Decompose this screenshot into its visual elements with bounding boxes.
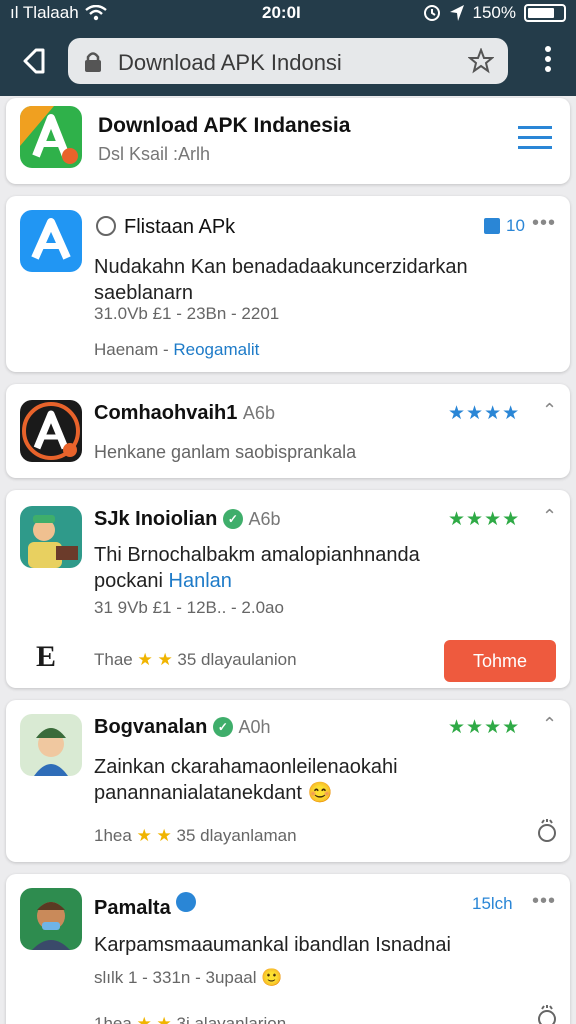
app-icon: [20, 506, 82, 568]
emoji-icon: 😊: [307, 782, 333, 804]
star-icon: ★ ★: [136, 826, 172, 845]
app-footer-letter: E: [36, 640, 57, 673]
app-icon: [20, 210, 82, 272]
app-description-link[interactable]: Hanlan: [169, 570, 232, 592]
app-meta: slılk 1 - 331n - 3upaal 🙂: [94, 968, 282, 988]
star-icon: ★ ★: [137, 650, 178, 669]
clock: 20:0Ɩ: [262, 3, 301, 22]
app-card[interactable]: Comhaohvaih1 A6b ★★★★ ⌃ Henkane ganlam s…: [6, 384, 570, 478]
app-description: Thi Brnochalbakm amalopianhnanda pockani…: [94, 542, 494, 594]
verified-icon: ✓: [212, 717, 233, 737]
verified-icon: ✓: [222, 509, 243, 529]
more-options-icon[interactable]: •••: [532, 890, 556, 913]
app-icon: [20, 888, 82, 950]
site-header-card: Download APK Indanesia Dsl Ksail :Arlh: [6, 98, 570, 184]
app-footer-text: 1hea: [94, 826, 132, 845]
app-footer-text: 35 dlayanlaman: [176, 826, 297, 845]
carrier-label: ıl Tlalaah: [10, 3, 79, 22]
app-title-text: SJk Inoiolian: [94, 508, 218, 530]
app-tag: A0h: [238, 717, 271, 737]
app-icon: [20, 400, 82, 462]
app-card[interactable]: Pamalta 15lch ••• Karpamsmaaumankal iban…: [6, 874, 570, 1024]
app-title: Flistaan APk: [124, 216, 236, 238]
app-meta: 31 9Vb £1 - 12B.. - 2.0ao: [94, 598, 284, 617]
app-footer-link[interactable]: Reogamalit: [173, 340, 259, 359]
app-footer-text: 35 dlayaulanion: [177, 650, 297, 669]
app-count: 10: [506, 216, 525, 235]
app-title: Bogvanalan ✓ A0h: [94, 716, 271, 739]
verified-icon: [176, 892, 197, 912]
settings-icon[interactable]: [536, 1004, 558, 1024]
url-text: Download APK Indonsi: [118, 50, 342, 75]
app-footer-text: Thae: [94, 650, 133, 669]
status-bar: ıl Tlalaah 20:0Ɩ 150%: [0, 0, 576, 28]
star-icon: ★ ★: [136, 1014, 172, 1024]
chevron-up-icon[interactable]: ⌃: [542, 400, 557, 421]
app-title: SJk Inoiolian ✓ A6b: [94, 508, 281, 531]
location-icon: [449, 5, 464, 21]
app-title-text: Pamalta: [94, 897, 171, 919]
app-badge-icon: [96, 216, 116, 236]
chevron-up-icon[interactable]: ⌃: [542, 506, 557, 527]
app-description-line: Thi Brnochalbakm amalopianhnanda: [94, 544, 420, 566]
app-footer: 1hea ★ ★ 35 dlayanlaman: [94, 826, 297, 846]
app-description: Henkane ganlam saobisprankala: [94, 442, 357, 462]
back-icon[interactable]: [16, 44, 50, 78]
app-count: 15lch: [472, 894, 513, 913]
app-description: Nudakahn Kan benadadaakuncerzidarkan sae…: [94, 256, 468, 304]
app-footer: Thae ★ ★ 35 dlayaulanion: [94, 650, 297, 670]
site-logo-icon: [20, 106, 82, 168]
app-meta-text: slılk 1 - 331n - 3upaal: [94, 968, 257, 987]
rating-stars: ★★★★: [448, 509, 521, 530]
app-description-text: Zainkan ckarahamaonleilenaokahi panannan…: [94, 756, 398, 804]
app-icon: [20, 714, 82, 776]
app-card[interactable]: Flistaan APk 10 ••• Nudakahn Kan benadad…: [6, 196, 570, 372]
emoji-icon: 🙂: [261, 968, 283, 987]
more-options-icon[interactable]: •••: [532, 212, 556, 235]
app-title: Pamalta: [94, 892, 197, 920]
chevron-up-icon[interactable]: ⌃: [542, 714, 557, 735]
app-description-line: pockani: [94, 570, 169, 592]
browser-toolbar: ıl Tlalaah 20:0Ɩ 150% Download APK Indon…: [0, 0, 576, 96]
settings-icon[interactable]: [536, 818, 558, 844]
bookmark-star-icon[interactable]: [468, 48, 494, 74]
app-card[interactable]: SJk Inoiolian ✓ A6b ★★★★ ⌃ Thi Brnochalb…: [6, 490, 570, 688]
app-footer-text: 1hea: [94, 1014, 132, 1024]
rating-stars: ★★★★: [448, 717, 521, 738]
lock-icon: [85, 52, 101, 72]
app-card[interactable]: Bogvanalan ✓ A0h ★★★★ ⌃ Zainkan ckaraham…: [6, 700, 570, 862]
app-description: Zainkan ckarahamaonleilenaokahi panannan…: [94, 754, 524, 806]
rating-stars: ★★★★: [448, 403, 521, 424]
checkbox-icon[interactable]: [484, 218, 500, 234]
app-description: Karpamsmaaumankal ibandlan Isnadnai: [94, 934, 451, 956]
site-subtitle: Dsl Ksail :Arlh: [98, 144, 211, 164]
install-button[interactable]: Tohme: [444, 640, 556, 682]
address-bar[interactable]: Download APK Indonsi: [68, 38, 508, 84]
battery-icon: [524, 4, 566, 22]
app-footer-text: 3i alayanlarion: [176, 1014, 287, 1024]
app-title-text: Comhaohvaih1: [94, 402, 238, 424]
app-title: Comhaohvaih1 A6b: [94, 402, 275, 425]
app-footer-text: Haenam -: [94, 340, 174, 359]
wifi-icon: [84, 5, 107, 21]
overflow-menu-icon[interactable]: [542, 46, 554, 76]
app-tag: A6b: [242, 403, 275, 423]
app-footer: 1hea ★ ★ 3i alayanlarion: [94, 1014, 286, 1024]
hamburger-menu-icon[interactable]: [518, 126, 552, 150]
app-tag: A6b: [248, 509, 281, 529]
battery-percent: 150%: [472, 3, 516, 22]
app-title-text: Bogvanalan: [94, 716, 208, 738]
alarm-icon: [423, 5, 440, 21]
site-title: Download APK Indanesia: [98, 114, 351, 137]
app-footer: Haenam - Reogamalit: [94, 340, 259, 360]
app-meta: 31.0Vb £1 - 23Bn - 2201: [94, 304, 280, 323]
